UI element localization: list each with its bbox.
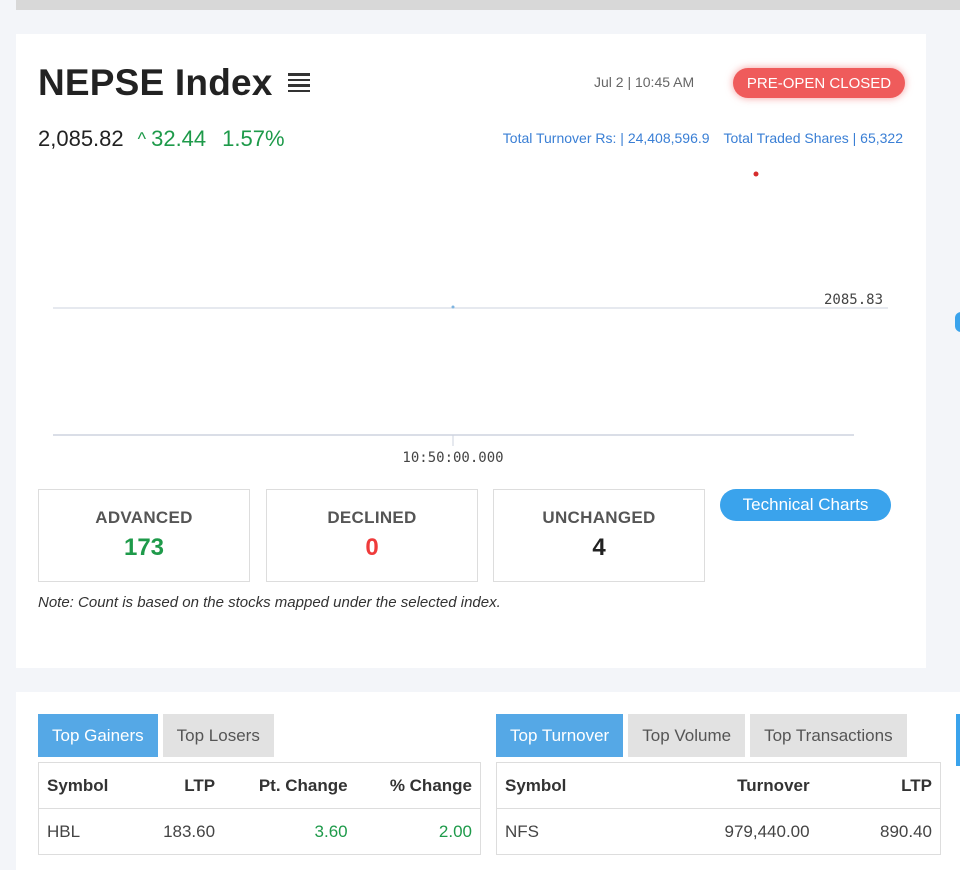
shares-label: Total Traded Shares | [723,130,857,146]
tab-top-gainers[interactable]: Top Gainers [38,714,158,757]
column-header[interactable]: LTP [137,762,224,809]
turnover-table: Symbol Turnover LTP NFS 979,440.00 890.4… [496,762,941,855]
breadth-note: Note: Count is based on the stocks mappe… [38,594,501,611]
turnover-value: 24,408,596.9 [627,130,710,146]
index-price-row: 2,085.82 ^ 32.44 1.57% [38,126,285,152]
turnover-cell: 979,440.00 [636,808,818,855]
ltp-cell: 183.60 [137,808,224,855]
declined-count: 0 [365,534,379,561]
unchanged-box: UNCHANGED 4 [493,489,705,582]
declined-box: DECLINED 0 [266,489,478,582]
column-header[interactable]: Symbol [496,762,637,809]
top-bar [16,0,960,10]
table-header-row: Symbol LTP Pt. Change % Change [38,762,481,809]
advanced-box: ADVANCED 173 [38,489,250,582]
turnover-label: Total Turnover Rs: | [502,130,624,146]
menu-icon[interactable] [288,73,310,93]
technical-charts-button[interactable]: Technical Charts [720,489,891,521]
table-row[interactable]: HBL 183.60 3.60 2.00 [38,808,481,855]
up-arrow-icon: ^ [137,128,147,149]
point-change-cell: 3.60 [223,808,356,855]
percent-change-cell: 2.00 [355,808,481,855]
gainers-table: Symbol LTP Pt. Change % Change HBL 183.6… [38,762,481,855]
market-stats: Total Turnover Rs: | 24,408,596.9 Total … [503,130,903,146]
table-header-row: Symbol Turnover LTP [496,762,941,809]
shares-value: 65,322 [860,130,903,146]
turnover-tabs: Top Turnover Top Volume Top Transactions [496,714,912,757]
advanced-count: 173 [123,534,165,561]
price-axis-label: 2085.83 [824,292,883,308]
advanced-label: ADVANCED [95,508,193,527]
column-header[interactable]: Symbol [38,762,138,809]
x-axis-tick-label: 10:50:00.000 [402,450,503,466]
index-value: 2,085.82 [38,126,124,151]
declined-label: DECLINED [327,508,417,527]
tab-top-losers[interactable]: Top Losers [162,714,274,757]
ltp-cell: 890.40 [817,808,941,855]
column-header[interactable]: % Change [355,762,481,809]
chart-svg: 2085.83 10:50:00.000 [53,171,888,466]
symbol-cell[interactable]: NFS [496,808,637,855]
column-header[interactable]: Turnover [636,762,818,809]
index-percent-change: 1.57% [222,126,285,151]
market-datetime: Jul 2 | 10:45 AM [594,74,695,90]
tab-top-volume[interactable]: Top Volume [628,714,746,757]
unchanged-count: 4 [592,534,606,561]
market-status-badge: PRE-OPEN CLOSED [733,68,905,98]
index-title: NEPSE Index [38,62,273,103]
index-chart[interactable]: 2085.83 10:50:00.000 [16,154,926,474]
column-header[interactable]: Pt. Change [223,762,356,809]
table-row[interactable]: NFS 979,440.00 890.40 [496,808,941,855]
side-tab[interactable] [956,714,960,766]
live-marker-dot [753,171,759,177]
gainers-tabs: Top Gainers Top Losers [38,714,279,757]
movers-panel: Top Gainers Top Losers Top Turnover Top … [16,692,960,870]
scroll-handle[interactable] [955,312,960,332]
unchanged-label: UNCHANGED [542,508,656,527]
index-point-change: 32.44 [151,126,207,151]
tab-top-turnover[interactable]: Top Turnover [496,714,624,757]
column-header[interactable]: LTP [817,762,941,809]
index-summary-card: NEPSE Index Jul 2 | 10:45 AM PRE-OPEN CL… [16,34,926,668]
tab-top-transactions[interactable]: Top Transactions [750,714,907,757]
price-point [451,305,455,309]
symbol-cell[interactable]: HBL [38,808,138,855]
